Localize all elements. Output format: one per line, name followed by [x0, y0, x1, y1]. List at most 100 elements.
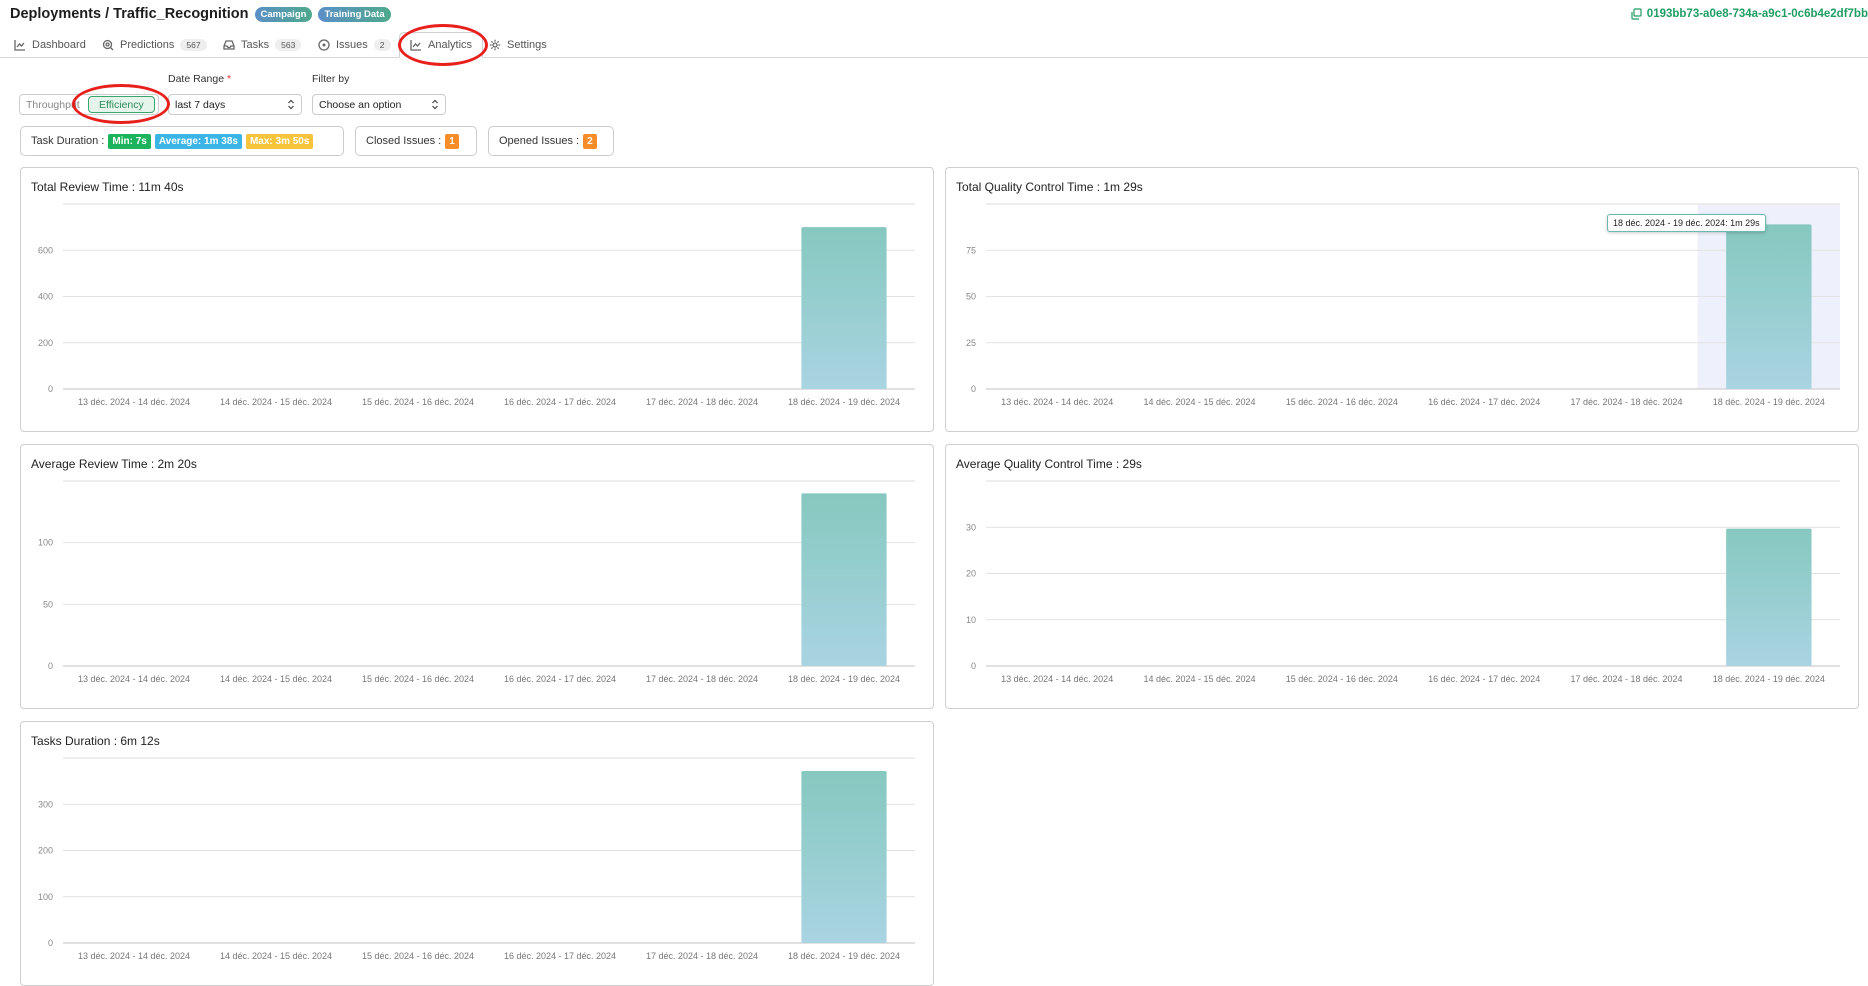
predictions-count-badge: 567: [180, 39, 207, 51]
y-tick-label: 50: [966, 292, 976, 302]
x-tick-label: 14 déc. 2024 - 15 déc. 2024: [220, 397, 332, 407]
bar: [1726, 528, 1812, 666]
tab-label: Analytics: [428, 39, 473, 51]
date-range-select[interactable]: last 7 days: [168, 94, 302, 115]
x-tick-label: 14 déc. 2024 - 15 déc. 2024: [1143, 674, 1255, 684]
x-tick-label: 17 déc. 2024 - 18 déc. 2024: [1570, 397, 1682, 407]
x-tick-label: 14 déc. 2024 - 15 déc. 2024: [220, 674, 332, 684]
opened-issues-count: 2: [583, 133, 597, 149]
chart-card-average-review-time: 0 50 100 13 déc. 2024 - 14 déc. 2024 14 déc.…: [20, 444, 934, 709]
date-range-value: last 7 days: [175, 98, 226, 111]
tasks-count-badge: 563: [275, 39, 302, 51]
chart-title: Tasks Duration : 6m 12s: [31, 734, 160, 748]
x-tick-label: 15 déc. 2024 - 16 déc. 2024: [362, 397, 474, 407]
bar: [801, 770, 887, 943]
max-duration-badge: Max: 3m 50s: [245, 133, 314, 149]
x-tick-label: 18 déc. 2024 - 19 déc. 2024: [788, 951, 900, 961]
chart-tooltip: 18 déc. 2024 - 19 déc. 2024: 1m 29s: [1607, 214, 1766, 232]
chart-title: Average Review Time : 2m 20s: [31, 457, 197, 471]
y-tick-label: 600: [38, 245, 53, 255]
opened-issues-label: Opened Issues :: [499, 135, 580, 147]
tab-label: Issues: [336, 39, 368, 51]
campaign-tag: Campaign: [254, 6, 313, 22]
x-tick-label: 14 déc. 2024 - 15 déc. 2024: [1143, 397, 1255, 407]
breadcrumb: Deployments / Traffic_Recognition: [10, 6, 249, 22]
chart-line-icon: [410, 40, 421, 51]
circle-dot-icon: [318, 39, 330, 51]
y-tick-label: 20: [966, 569, 976, 579]
date-range-label-text: Date Range: [168, 73, 225, 85]
y-tick-label: 0: [48, 938, 53, 948]
x-tick-label: 17 déc. 2024 - 18 déc. 2024: [1570, 674, 1682, 684]
copy-icon[interactable]: [1630, 8, 1642, 20]
x-tick-label: 16 déc. 2024 - 17 déc. 2024: [504, 674, 616, 684]
filter-by-select[interactable]: Choose an option: [312, 94, 446, 115]
closed-issues-count: 1: [445, 133, 459, 149]
y-tick-label: 0: [971, 661, 976, 671]
y-tick-label: 0: [971, 384, 976, 394]
tab-bar: Dashboard Predictions 567 Tasks 563 Issu…: [0, 32, 1868, 58]
tab-tasks[interactable]: Tasks 563: [223, 36, 302, 54]
select-arrows-icon: [432, 99, 438, 110]
select-arrows-icon: [288, 99, 294, 110]
tab-settings[interactable]: Settings: [489, 36, 547, 54]
filter-by-placeholder: Choose an option: [319, 98, 402, 111]
view-toggle: Throughput Efficiency: [19, 94, 159, 115]
x-tick-label: 15 déc. 2024 - 16 déc. 2024: [362, 674, 474, 684]
y-tick-label: 300: [38, 799, 53, 809]
average-duration-badge: Average: 1m 38s: [154, 133, 242, 149]
tab-predictions[interactable]: Predictions 567: [102, 36, 207, 54]
date-range-label: Date Range *: [168, 73, 231, 85]
chart-title: Average Quality Control Time : 29s: [956, 457, 1142, 471]
efficiency-option[interactable]: Efficiency: [88, 96, 155, 113]
tab-label: Predictions: [120, 39, 175, 51]
y-tick-label: 50: [43, 599, 53, 609]
x-tick-label: 13 déc. 2024 - 14 déc. 2024: [78, 674, 190, 684]
page-header: Deployments / Traffic_Recognition Campai…: [10, 6, 391, 22]
x-tick-label: 16 déc. 2024 - 17 déc. 2024: [504, 951, 616, 961]
closed-issues-stat: Closed Issues : 1: [355, 126, 477, 156]
tab-issues[interactable]: Issues 2: [318, 36, 391, 54]
throughput-option[interactable]: Throughput: [20, 99, 80, 111]
bar-chart: 0 200 400 600 13 déc. 2024 - 14 déc. 2024 14 …: [38, 203, 915, 407]
bar-chart: 0 10 20 30 13 déc. 2024 - 14 déc. 2024 14 déc…: [966, 480, 1840, 684]
bar-chart: 0 50 100 13 déc. 2024 - 14 déc. 2024 14 déc.…: [38, 480, 915, 684]
chart-card-average-qc-time: 0 10 20 30 13 déc. 2024 - 14 déc. 2024 14 déc…: [945, 444, 1859, 709]
bar: [801, 493, 887, 666]
x-tick-label: 13 déc. 2024 - 14 déc. 2024: [78, 397, 190, 407]
y-tick-label: 100: [38, 538, 53, 548]
bar-chart: 0 25 50 75 13 déc. 2024 - 14 déc. 2024 14 déc…: [966, 203, 1840, 407]
x-tick-label: 16 déc. 2024 - 17 déc. 2024: [1428, 397, 1540, 407]
y-tick-label: 200: [38, 846, 53, 856]
x-tick-label: 17 déc. 2024 - 18 déc. 2024: [646, 674, 758, 684]
inbox-icon: [223, 40, 235, 50]
filter-by-label: Filter by: [312, 73, 350, 85]
x-tick-label: 14 déc. 2024 - 15 déc. 2024: [220, 951, 332, 961]
min-duration-badge: Min: 7s: [108, 133, 151, 149]
task-duration-stats: Task Duration : Min: 7s Average: 1m 38s …: [20, 126, 344, 156]
tab-dashboard[interactable]: Dashboard: [14, 36, 86, 54]
y-tick-label: 200: [38, 338, 53, 348]
x-tick-label: 15 déc. 2024 - 16 déc. 2024: [1286, 397, 1398, 407]
x-tick-label: 13 déc. 2024 - 14 déc. 2024: [1001, 397, 1113, 407]
chart-title: Total Review Time : 11m 40s: [31, 180, 184, 194]
training-data-tag: Training Data: [318, 6, 391, 22]
x-tick-label: 18 déc. 2024 - 19 déc. 2024: [1713, 397, 1825, 407]
bar: [801, 227, 887, 389]
tab-analytics[interactable]: Analytics: [399, 32, 484, 58]
x-tick-label: 18 déc. 2024 - 19 déc. 2024: [1713, 674, 1825, 684]
y-tick-label: 0: [48, 661, 53, 671]
opened-issues-stat: Opened Issues : 2: [488, 126, 614, 156]
x-tick-label: 15 déc. 2024 - 16 déc. 2024: [362, 951, 474, 961]
closed-issues-label: Closed Issues :: [366, 135, 442, 147]
gear-icon: [489, 39, 501, 51]
x-tick-label: 13 déc. 2024 - 14 déc. 2024: [78, 951, 190, 961]
tab-label: Settings: [507, 39, 547, 51]
bar-chart: 0 100 200 300 13 déc. 2024 - 14 déc. 2024 14 …: [38, 757, 915, 961]
x-tick-label: 13 déc. 2024 - 14 déc. 2024: [1001, 674, 1113, 684]
x-tick-label: 16 déc. 2024 - 17 déc. 2024: [504, 397, 616, 407]
deployment-id[interactable]: 0193bb73-a0e8-734a-a9c1-0c6b4e2df7bb: [1630, 8, 1868, 20]
y-tick-label: 30: [966, 522, 976, 532]
chart-line-icon: [14, 40, 25, 51]
x-tick-label: 15 déc. 2024 - 16 déc. 2024: [1286, 674, 1398, 684]
